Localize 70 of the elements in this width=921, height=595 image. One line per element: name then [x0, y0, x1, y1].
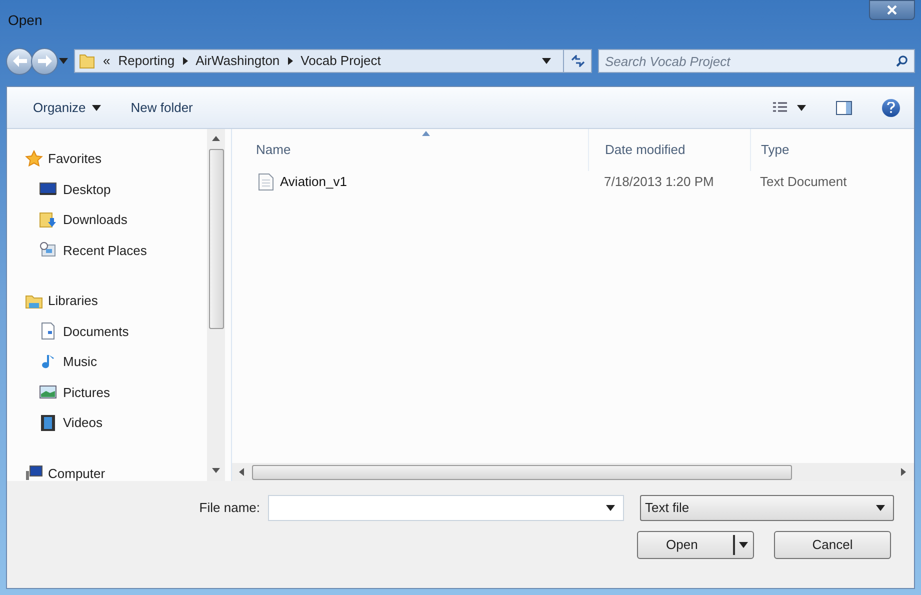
breadcrumb[interactable]: AirWashington	[196, 51, 280, 71]
column-header[interactable]: Type	[750, 129, 914, 171]
scroll-thumb[interactable]	[252, 464, 792, 480]
forward-button[interactable]	[31, 48, 58, 74]
star-icon	[25, 150, 43, 168]
new-folder-button[interactable]: New folder	[130, 98, 193, 118]
close-button[interactable]	[869, 0, 915, 20]
caret-icon	[797, 104, 806, 110]
folder-download-icon	[39, 210, 57, 229]
address-bar[interactable]: « Reporting AirWashington Vocab Project	[74, 49, 592, 73]
scroll-down-arrow-icon[interactable]	[212, 467, 220, 475]
help-button[interactable]	[882, 98, 900, 116]
nav-item[interactable]: Music	[25, 352, 207, 372]
picture-icon	[39, 383, 57, 402]
sort-ascending-icon	[422, 131, 430, 136]
recent-places-icon	[39, 241, 57, 260]
date-cell-text: 7/18/2013 1:20 PM	[603, 173, 715, 192]
forward-arrow-icon	[38, 55, 52, 67]
nav-item[interactable]: Recent Places	[25, 240, 207, 260]
file-row[interactable]: Aviation_v1 7/18/2013 1:20 PM Text Document	[232, 171, 914, 193]
preview-pane-button[interactable]	[836, 100, 852, 114]
nav-item[interactable]: Desktop	[25, 180, 207, 199]
breadcrumb[interactable]: Vocab Project	[300, 51, 381, 71]
view-options-button[interactable]	[773, 102, 806, 114]
nav-group-header[interactable]: Computer	[25, 464, 207, 481]
nav-item[interactable]: Downloads	[25, 210, 207, 230]
caret-icon	[58, 58, 68, 64]
folder-icon	[79, 53, 95, 69]
nav-group-header[interactable]: Favorites	[25, 149, 207, 168]
refresh-arrows-icon	[570, 55, 584, 67]
scroll-up-arrow-icon[interactable]	[212, 135, 220, 143]
close-icon	[887, 5, 897, 15]
file-name: Aviation_v1	[280, 173, 347, 192]
help-icon	[887, 102, 895, 113]
breadcrumb[interactable]: Reporting	[118, 51, 175, 71]
text-file-icon	[258, 173, 274, 191]
column-header[interactable]: Name	[232, 129, 588, 171]
vertical-scrollbar[interactable]	[207, 129, 225, 481]
nav-item[interactable]: Pictures	[25, 382, 207, 402]
list-view-icon	[773, 102, 787, 114]
column-header[interactable]: Date modified	[588, 129, 750, 171]
document-icon	[39, 322, 57, 340]
scroll-right-arrow-icon[interactable]	[900, 468, 908, 476]
dropdown-arrow-icon	[739, 542, 748, 548]
file-type-dropdown[interactable]: Text file	[640, 495, 894, 521]
chevron-right-icon	[182, 57, 188, 65]
type-cell-text: Text Document	[759, 173, 848, 192]
cancel-button[interactable]: Cancel	[774, 531, 891, 559]
horizontal-scrollbar[interactable]	[232, 463, 914, 481]
file-name-label: File name:	[199, 499, 260, 518]
nav-item[interactable]: Videos	[25, 413, 207, 432]
music-note-icon	[39, 352, 57, 371]
dropdown-arrow-icon	[606, 505, 615, 511]
window-title: Open	[8, 10, 42, 30]
computer-icon	[25, 464, 43, 481]
search-icon	[896, 55, 908, 67]
nav-group-header[interactable]: Libraries	[25, 291, 207, 310]
open-button[interactable]: Open	[637, 531, 754, 559]
film-icon	[39, 414, 57, 432]
dropdown-arrow-icon	[542, 58, 550, 64]
organize-menu-button[interactable]: Organize	[33, 98, 101, 118]
scroll-thumb[interactable]	[208, 149, 224, 329]
caret-icon	[92, 104, 101, 110]
back-arrow-icon	[12, 55, 26, 67]
dropdown-arrow-icon	[876, 505, 885, 511]
overflow-chevron[interactable]: «	[103, 51, 110, 71]
nav-item[interactable]: Documents	[25, 322, 207, 341]
scroll-left-arrow-icon[interactable]	[238, 468, 246, 476]
chevron-right-icon	[288, 57, 293, 65]
back-button[interactable]	[6, 48, 33, 74]
